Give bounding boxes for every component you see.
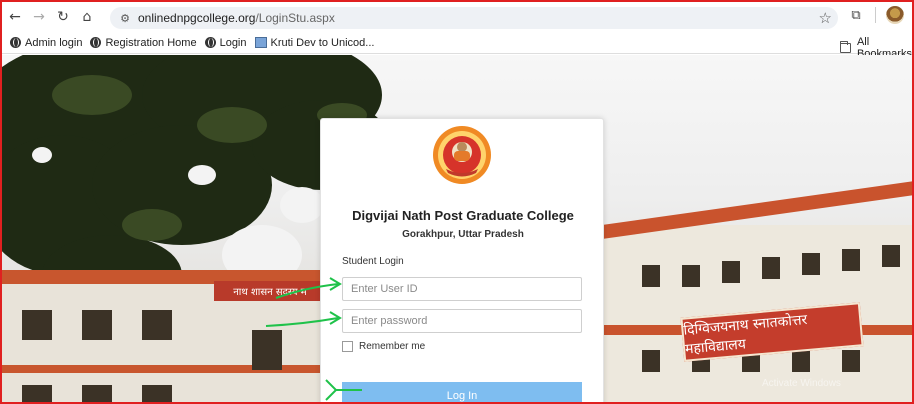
annotation-arrow-userid: [275, 277, 342, 299]
bookmark-star-icon[interactable]: ☆: [819, 9, 832, 27]
site-settings-icon[interactable]: ⚙: [114, 7, 136, 29]
bookmark-label: Login: [219, 36, 247, 49]
folder-icon: [840, 41, 851, 53]
extensions-icon[interactable]: ⧉: [847, 6, 865, 24]
window: [82, 385, 112, 402]
globe-icon: [90, 37, 102, 48]
bookmark-label: Admin login: [25, 36, 83, 49]
reload-icon[interactable]: ↻: [52, 6, 74, 28]
browser-toolbar: ← → ↻ ⌂ ⚙ onlinednpgcollege.org/LoginStu…: [2, 2, 912, 32]
window: [82, 310, 112, 340]
student-login-label: Student Login: [342, 256, 404, 267]
window: [722, 261, 740, 283]
college-logo-emblem: [433, 126, 491, 184]
home-icon[interactable]: ⌂: [76, 6, 98, 28]
window: [842, 350, 860, 372]
window: [792, 350, 810, 372]
address-bar[interactable]: ⚙ onlinednpgcollege.org/LoginStu.aspx ☆: [110, 7, 838, 29]
userid-input[interactable]: [342, 277, 582, 301]
bookmark-label: Kruti Dev to Unicod...: [270, 36, 375, 49]
window: [802, 253, 820, 275]
bookmark-label: Registration Home: [105, 36, 197, 49]
window: [142, 385, 172, 402]
forward-arrow-icon[interactable]: →: [28, 6, 50, 28]
toolbar-divider: [875, 7, 876, 23]
window: [22, 310, 52, 340]
bookmark-login[interactable]: Login: [204, 36, 247, 49]
bookmark-kruti-dev[interactable]: Kruti Dev to Unicod...: [254, 36, 375, 49]
password-input[interactable]: [342, 309, 582, 333]
window: [762, 257, 780, 279]
right-roof: [602, 181, 912, 239]
window: [642, 350, 660, 372]
url-text: onlinednpgcollege.org/LoginStu.aspx: [138, 11, 335, 25]
url-path: /LoginStu.aspx: [255, 11, 335, 25]
back-arrow-icon[interactable]: ←: [4, 6, 26, 28]
remember-me[interactable]: Remember me: [342, 341, 425, 352]
college-location: Gorakhpur, Uttar Pradesh: [402, 229, 524, 240]
window: [882, 245, 900, 267]
remember-checkbox[interactable]: [342, 341, 353, 352]
screenshot-frame: ← → ↻ ⌂ ⚙ onlinednpgcollege.org/LoginStu…: [0, 0, 914, 404]
bookmark-registration-home[interactable]: Registration Home: [90, 36, 197, 49]
bookmarks-bar: Admin login Registration Home Login Krut…: [2, 32, 912, 60]
window: [642, 265, 660, 287]
globe-icon: [10, 37, 21, 48]
college-name: Digvijai Nath Post Graduate College: [352, 208, 574, 223]
toolbar-right: ⧉ ⋮: [847, 6, 912, 24]
profile-avatar[interactable]: [886, 6, 904, 24]
globe-icon: [204, 37, 216, 48]
annotation-arrow-password: [265, 311, 342, 327]
bookmark-admin-login[interactable]: Admin login: [10, 37, 82, 49]
url-host: onlinednpgcollege.org: [138, 11, 256, 25]
activate-windows-watermark: Activate Windows: [762, 378, 841, 389]
window: [142, 310, 172, 340]
annotation-arrow-login: [325, 379, 362, 401]
window: [252, 330, 282, 370]
window: [842, 249, 860, 271]
window: [682, 265, 700, 287]
window: [22, 385, 52, 402]
remember-label: Remember me: [359, 341, 426, 352]
image-icon: [254, 37, 267, 48]
login-button[interactable]: Log In: [342, 382, 582, 402]
login-card: Digvijai Nath Post Graduate College Gora…: [320, 118, 604, 402]
